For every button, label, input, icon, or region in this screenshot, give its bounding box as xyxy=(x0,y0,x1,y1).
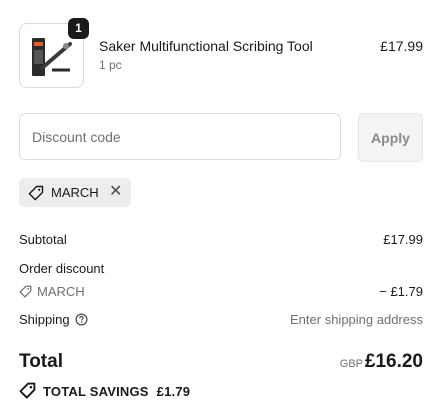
applied-discount-chip: MARCH ✕ xyxy=(19,178,131,207)
subtotal-label: Subtotal xyxy=(19,232,67,247)
help-icon[interactable] xyxy=(75,313,88,326)
total-savings-value: £1.79 xyxy=(156,384,191,399)
product-thumbnail: 1 xyxy=(19,18,89,88)
product-variant: 1 pc xyxy=(99,58,122,72)
tag-icon xyxy=(28,185,44,201)
scribing-tool-image xyxy=(32,38,72,76)
total-value: £16.20 xyxy=(364,351,423,372)
line-item: 1 Saker Multifunctional Scribing Tool 1 … xyxy=(19,18,423,88)
shipping-label: Shipping xyxy=(19,312,70,327)
total-savings-label: TOTAL SAVINGS xyxy=(43,384,149,399)
discount-code-input[interactable] xyxy=(19,113,341,160)
product-price: £17.99 xyxy=(380,38,423,54)
order-discount-label: Order discount xyxy=(19,261,105,276)
shipping-row: Shipping xyxy=(19,312,88,327)
subtotal-value: £17.99 xyxy=(383,232,423,247)
tag-icon xyxy=(19,285,32,298)
applied-discount-code: MARCH xyxy=(51,185,99,200)
quantity-badge: 1 xyxy=(68,18,89,39)
shipping-value: Enter shipping address xyxy=(290,312,423,327)
currency-code: GBP xyxy=(339,358,363,370)
order-discount-code-label: MARCH xyxy=(37,284,85,299)
order-discount-value: − £1.79 xyxy=(379,284,423,299)
order-discount-code: MARCH xyxy=(19,284,85,299)
close-icon[interactable]: ✕ xyxy=(109,183,122,201)
apply-discount-button[interactable]: Apply xyxy=(358,113,423,162)
total-savings: TOTAL SAVINGS £1.79 xyxy=(19,382,190,399)
tag-icon xyxy=(19,382,36,399)
product-name: Saker Multifunctional Scribing Tool xyxy=(99,38,313,54)
total-label: Total xyxy=(19,351,63,372)
